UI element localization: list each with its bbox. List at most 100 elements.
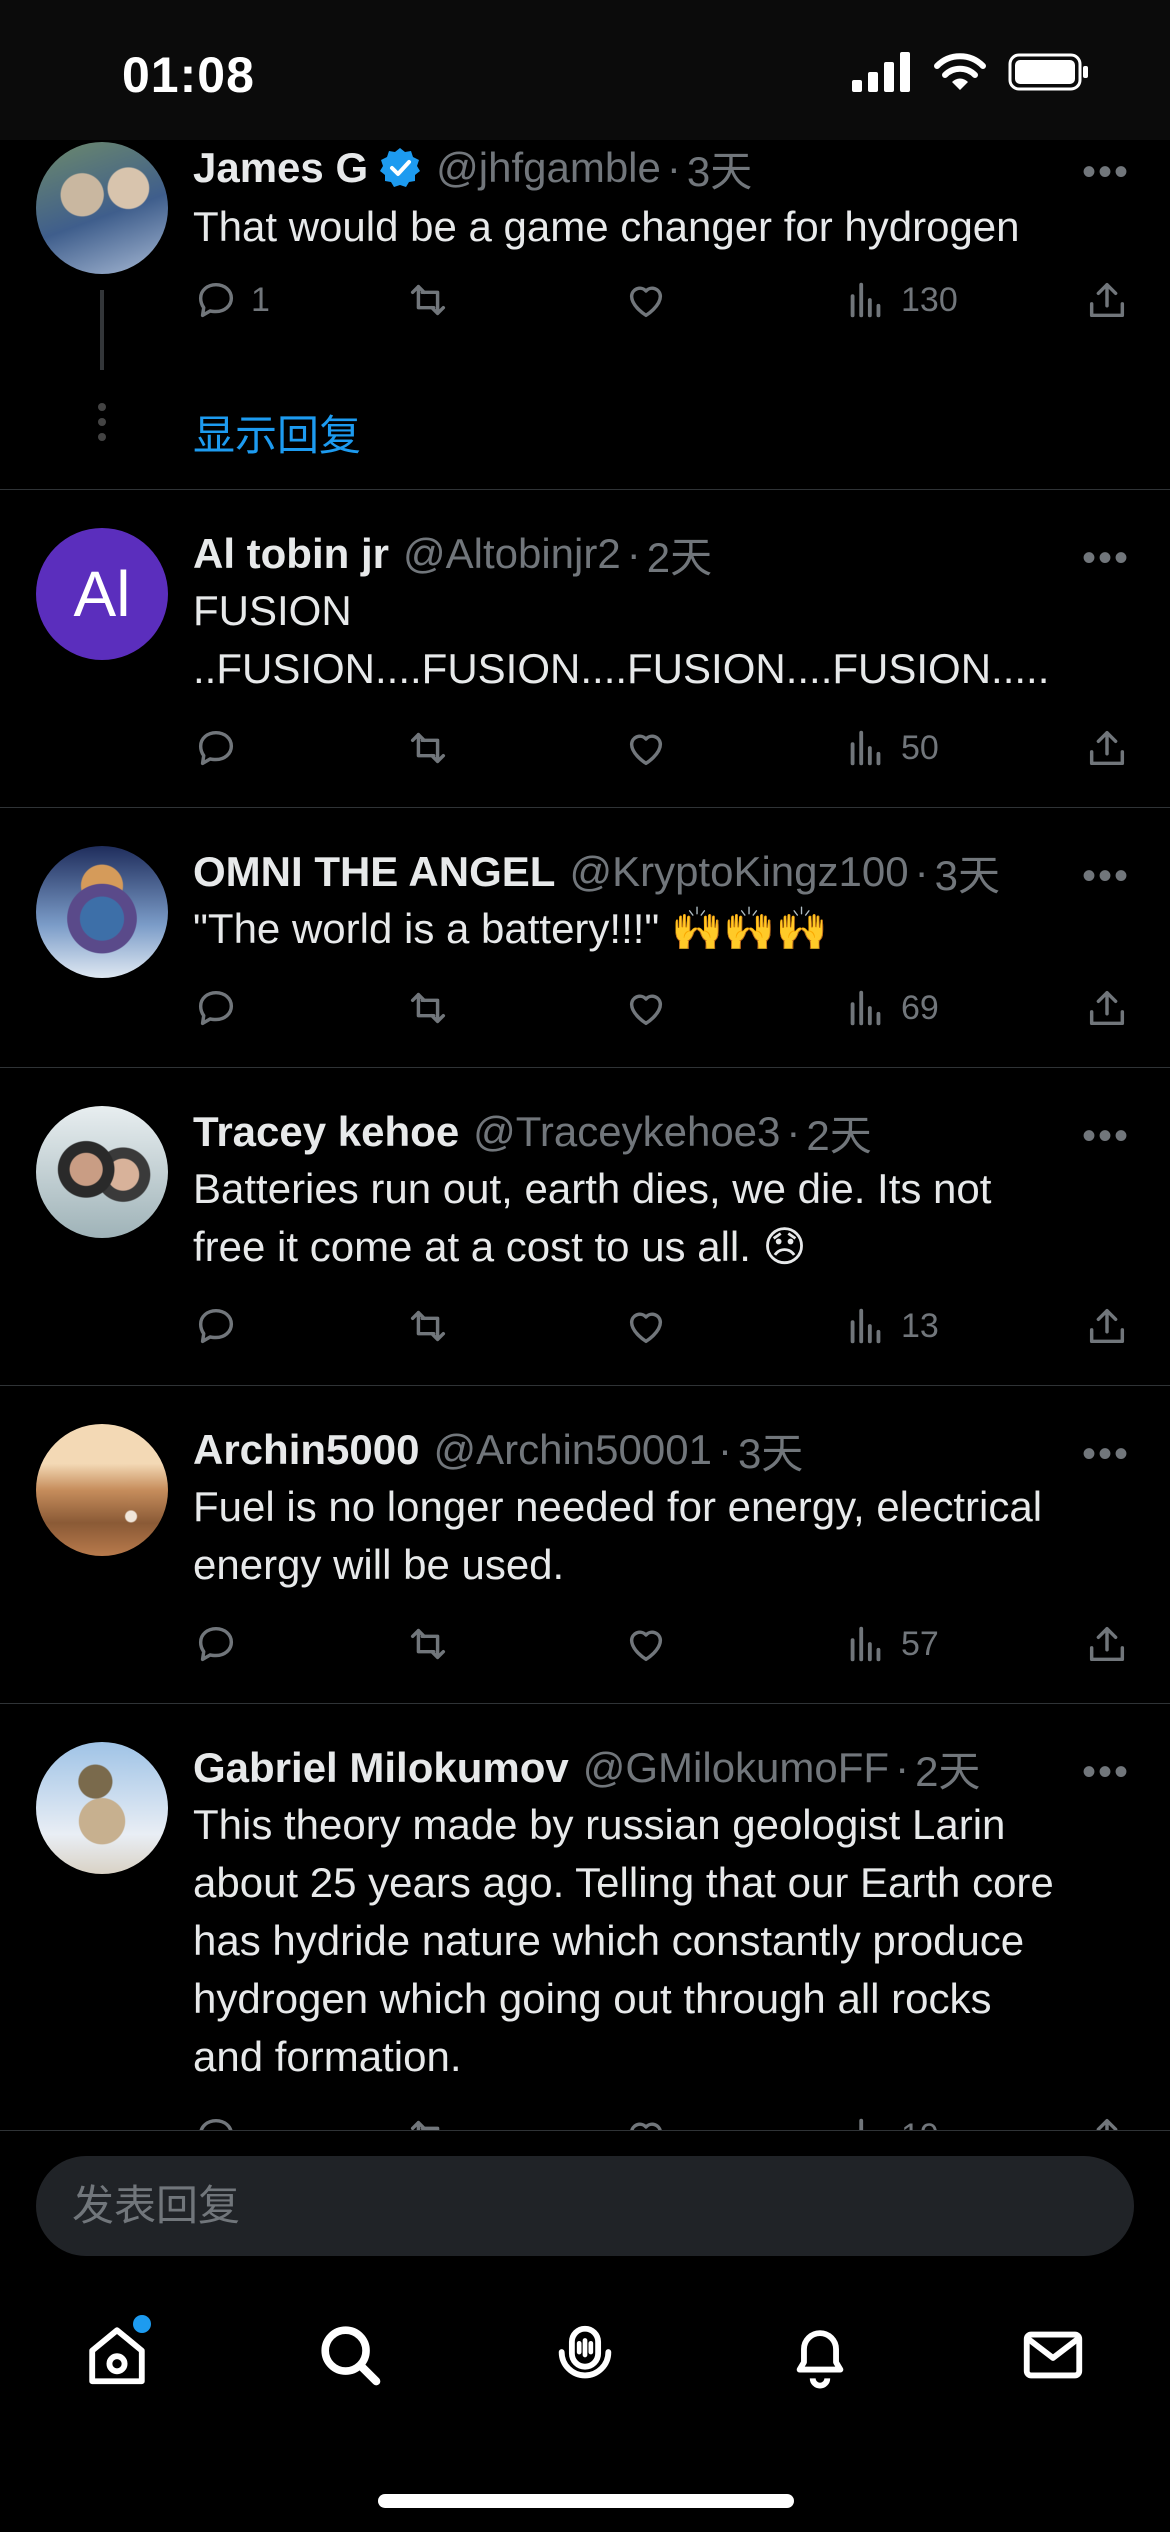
avatar[interactable] [36, 1742, 168, 1874]
reply-action[interactable] [193, 1303, 239, 1349]
like-action[interactable] [623, 277, 669, 323]
views-chart-icon [850, 1308, 881, 1344]
reply-tweet[interactable]: James G @jhfgamble · 3天 ••• That would b… [0, 140, 1170, 490]
reply-tweet[interactable]: Tracey kehoe @Traceykehoe3 · 2天 ••• Batt… [0, 1068, 1170, 1386]
avatar[interactable]: Al [36, 528, 168, 660]
handle[interactable]: @KryptoKingz100 [569, 848, 908, 896]
tweet-header: Tracey kehoe @Traceykehoe3 · 2天 [193, 1104, 1130, 1160]
views-action[interactable]: 57 [843, 1621, 939, 1667]
more-options-icon[interactable]: ••• [1082, 150, 1130, 195]
retweet-action[interactable] [405, 1303, 451, 1349]
reply-action[interactable] [193, 725, 239, 771]
timestamp[interactable]: 2天 [806, 1102, 871, 1163]
reply-tweet[interactable]: OMNI THE ANGEL @KryptoKingz100 · 3天 ••• … [0, 808, 1170, 1068]
tweet-text-line: and formation. [193, 2033, 462, 2080]
reply-feed[interactable]: James G @jhfgamble · 3天 ••• That would b… [0, 140, 1170, 2130]
share-action[interactable] [1084, 2113, 1130, 2130]
views-action[interactable]: 50 [843, 725, 939, 771]
timestamp[interactable]: 2天 [647, 524, 712, 585]
messages-tab[interactable] [1018, 2320, 1088, 2390]
like-action[interactable] [623, 725, 669, 771]
spaces-tab[interactable] [550, 2320, 620, 2390]
home-indicator[interactable] [378, 2494, 794, 2508]
views-action[interactable]: 19 [843, 2113, 939, 2130]
retweet-action[interactable] [405, 2113, 451, 2130]
tweet-text: FUSION ..FUSION....FUSION....FUSION....F… [193, 582, 1130, 698]
handle[interactable]: @Traceykehoe3 [473, 1108, 780, 1156]
reply-input[interactable]: 发表回复 [36, 2156, 1134, 2256]
handle[interactable]: @jhfgamble [436, 144, 661, 192]
reply-tweet[interactable]: Al Al tobin jr @Altobinjr2 · 2天 ••• FUSI… [0, 490, 1170, 808]
more-options-icon[interactable]: ••• [1082, 1114, 1130, 1159]
avatar[interactable] [36, 1106, 168, 1238]
tweet-actions: 1 130 [193, 270, 1130, 330]
like-action[interactable] [623, 2113, 669, 2130]
retweet-action[interactable] [405, 985, 451, 1031]
like-action[interactable] [623, 1621, 669, 1667]
reply-action[interactable] [193, 1621, 239, 1667]
avatar[interactable] [36, 1424, 168, 1556]
view-count: 19 [901, 2117, 939, 2131]
search-tab[interactable] [315, 2320, 385, 2390]
share-action[interactable] [1084, 1303, 1130, 1349]
more-options-icon[interactable]: ••• [1082, 536, 1130, 581]
views-chart-icon [850, 1626, 881, 1662]
view-count: 130 [901, 280, 958, 319]
reply-action[interactable]: 1 [193, 277, 270, 323]
display-name[interactable]: Gabriel Milokumov [193, 1744, 569, 1792]
reply-tweet[interactable]: Archin5000 @Archin50001 · 3天 ••• Fuel is… [0, 1386, 1170, 1704]
reply-action[interactable] [193, 2113, 239, 2130]
handle[interactable]: @Altobinjr2 [403, 530, 621, 578]
share-action[interactable] [1084, 277, 1130, 323]
share-action[interactable] [1084, 1621, 1130, 1667]
more-options-icon[interactable]: ••• [1082, 1432, 1130, 1477]
views-chart-icon [850, 990, 881, 1026]
tweet-text-line: free it come at a cost to us all. 😞 [193, 1223, 807, 1270]
tweet-text-line: energy will be used. [193, 1541, 565, 1588]
show-replies-link[interactable]: 显示回复 [193, 402, 361, 463]
retweet-action[interactable] [405, 725, 451, 771]
display-name[interactable]: James G [193, 144, 368, 192]
retweet-icon [410, 1310, 446, 1342]
bottom-tab-bar [0, 2275, 1170, 2532]
messages-icon [1023, 2331, 1083, 2379]
views-action[interactable]: 130 [843, 277, 958, 323]
tweet-header: Archin5000 @Archin50001 · 3天 [193, 1422, 1130, 1478]
tweet-text-line: Batteries run out, earth dies, we die. I… [193, 1165, 992, 1212]
retweet-action[interactable] [405, 1621, 451, 1667]
more-options-icon[interactable]: ••• [1082, 1750, 1130, 1795]
display-name[interactable]: Al tobin jr [193, 530, 389, 578]
views-action[interactable]: 69 [843, 985, 939, 1031]
views-chart-icon [850, 282, 881, 318]
avatar[interactable] [36, 846, 168, 978]
share-icon [1089, 282, 1125, 318]
notifications-tab[interactable] [785, 2320, 855, 2390]
views-action[interactable]: 13 [843, 1303, 939, 1349]
wifi-icon [934, 53, 986, 90]
reply-tweet[interactable]: Gabriel Milokumov @GMilokumoFF · 2天 ••• … [0, 1704, 1170, 2130]
retweet-icon [410, 1628, 446, 1660]
handle[interactable]: @Archin50001 [433, 1426, 711, 1474]
share-action[interactable] [1084, 725, 1130, 771]
timestamp[interactable]: 3天 [687, 140, 752, 199]
like-action[interactable] [623, 985, 669, 1031]
tweet-text: That would be a game changer for hydroge… [193, 203, 1020, 250]
tweet-text-line: about 25 years ago. Telling that our Ear… [193, 1859, 1054, 1906]
tweet-text-line: ..FUSION....FUSION....FUSION....FUSION..… [193, 645, 1050, 692]
avatar[interactable] [36, 142, 168, 274]
more-options-icon[interactable]: ••• [1082, 854, 1130, 899]
timestamp[interactable]: 3天 [738, 1420, 803, 1481]
like-action[interactable] [623, 1303, 669, 1349]
timestamp[interactable]: 3天 [935, 842, 1000, 903]
display-name[interactable]: Archin5000 [193, 1426, 419, 1474]
share-action[interactable] [1084, 985, 1130, 1031]
handle[interactable]: @GMilokumoFF [583, 1744, 889, 1792]
retweet-action[interactable] [405, 277, 451, 323]
timestamp[interactable]: 2天 [915, 1738, 980, 1799]
reply-action[interactable] [193, 985, 239, 1031]
verified-badge-icon [380, 148, 421, 187]
retweet-icon [410, 992, 446, 1024]
separator: · [717, 1426, 732, 1473]
display-name[interactable]: Tracey kehoe [193, 1108, 459, 1156]
display-name[interactable]: OMNI THE ANGEL [193, 848, 555, 896]
